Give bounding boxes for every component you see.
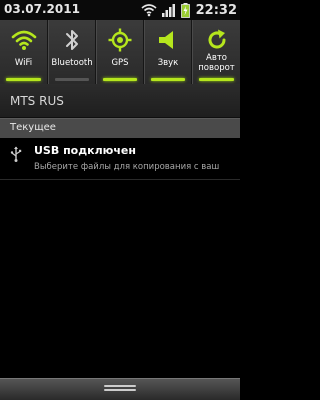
grip-icon — [104, 385, 136, 395]
toggle-wifi[interactable]: WiFi — [0, 20, 48, 84]
sound-icon — [145, 26, 191, 54]
notification-title: USB подключен — [34, 144, 136, 157]
quick-toggles-panel: WiFi Bluetooth GPS Звук Авто поворот — [0, 20, 240, 84]
toggle-auto-rotate-label: Авто поворот — [198, 53, 235, 73]
toggle-gps-indicator — [103, 78, 137, 81]
status-icons: 22:32 — [136, 1, 237, 19]
section-title: Текущее — [10, 122, 56, 133]
gps-icon — [97, 26, 143, 54]
status-time: 22:32 — [195, 2, 237, 18]
notification-list-empty-area — [0, 180, 240, 378]
status-bar: 03.07.2011 22:32 — [0, 0, 240, 20]
section-header-ongoing: Текущее — [0, 118, 240, 138]
toggle-wifi-indicator — [6, 78, 41, 81]
carrier-name: MTS RUS — [10, 94, 64, 108]
toggle-bluetooth-indicator — [55, 78, 89, 81]
notification-usb[interactable]: USB подключен Выберите файлы для копиров… — [0, 138, 240, 180]
carrier-bar: MTS RUS — [0, 84, 240, 118]
signal-icon — [161, 3, 176, 17]
toggle-gps-label: GPS — [111, 58, 129, 68]
toggle-gps[interactable]: GPS — [96, 20, 144, 84]
auto-rotate-icon — [193, 26, 240, 54]
status-date: 03.07.2011 — [4, 2, 80, 16]
bluetooth-icon — [49, 26, 95, 54]
battery-charging-icon — [180, 2, 190, 18]
toggle-wifi-label: WiFi — [14, 58, 33, 68]
toggle-sound[interactable]: Звук — [144, 20, 192, 84]
toggle-sound-indicator — [151, 78, 185, 81]
toggle-auto-rotate-indicator — [199, 78, 234, 81]
wifi-icon — [0, 26, 47, 54]
wifi-icon — [141, 3, 157, 17]
notification-text: Выберите файлы для копирования с ваш — [34, 162, 220, 172]
toggle-sound-label: Звук — [157, 58, 179, 68]
notification-drag-handle[interactable] — [0, 378, 240, 400]
toggle-auto-rotate[interactable]: Авто поворот — [192, 20, 240, 84]
toggle-bluetooth-label: Bluetooth — [51, 58, 93, 68]
toggle-bluetooth[interactable]: Bluetooth — [48, 20, 96, 84]
usb-icon — [8, 146, 24, 162]
